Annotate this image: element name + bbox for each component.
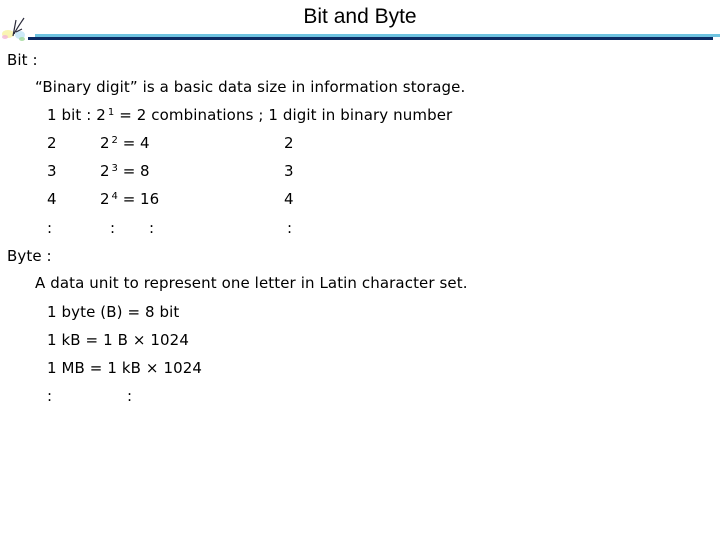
row-n: 4 <box>47 190 57 208</box>
ellipsis: : <box>287 219 293 237</box>
power-result: = 4 <box>122 134 150 152</box>
ellipsis: : <box>149 219 155 237</box>
row-digits: 4 <box>284 190 294 208</box>
bit-first-row: 1 bit : 21 = 2 combinations ; 1 digit in… <box>47 106 452 124</box>
row-digits: 3 <box>284 162 294 180</box>
ellipsis: : <box>47 219 53 237</box>
power-exp: 4 <box>111 191 118 202</box>
ellipsis: : <box>127 387 133 405</box>
bit-heading: Bit : <box>7 51 38 69</box>
row-digits: 2 <box>284 134 294 152</box>
header-rule-dark <box>28 37 713 40</box>
power-base: 2 <box>100 162 110 180</box>
row-power: 22 = 4 <box>100 134 150 152</box>
power-exp: 3 <box>111 163 118 174</box>
row-power: 23 = 8 <box>100 162 150 180</box>
power-result: = 8 <box>122 162 150 180</box>
ellipsis: : <box>110 219 116 237</box>
page-title: Bit and Byte <box>0 5 720 29</box>
power-result: = 16 <box>122 190 160 208</box>
first-row-prefix: 1 bit : 2 <box>47 106 106 124</box>
bit-definition: “Binary digit” is a basic data size in i… <box>35 78 466 96</box>
row-n: 2 <box>47 134 57 152</box>
power-exp: 2 <box>111 135 118 146</box>
row-n: 3 <box>47 162 57 180</box>
byte-line: 1 byte (B) = 8 bit <box>47 303 180 321</box>
power-base: 2 <box>100 134 110 152</box>
byte-line: 1 MB = 1 kB × 1024 <box>47 359 203 377</box>
row-power: 24 = 16 <box>100 190 159 208</box>
byte-heading: Byte : <box>7 247 52 265</box>
power-base: 2 <box>100 190 110 208</box>
first-row-suffix: = 2 combinations ; 1 digit in binary num… <box>114 106 453 124</box>
title-text: Bit and Byte <box>303 5 417 28</box>
byte-definition: A data unit to represent one letter in L… <box>35 274 468 292</box>
byte-line: 1 kB = 1 B × 1024 <box>47 331 189 349</box>
ellipsis: : <box>47 387 53 405</box>
